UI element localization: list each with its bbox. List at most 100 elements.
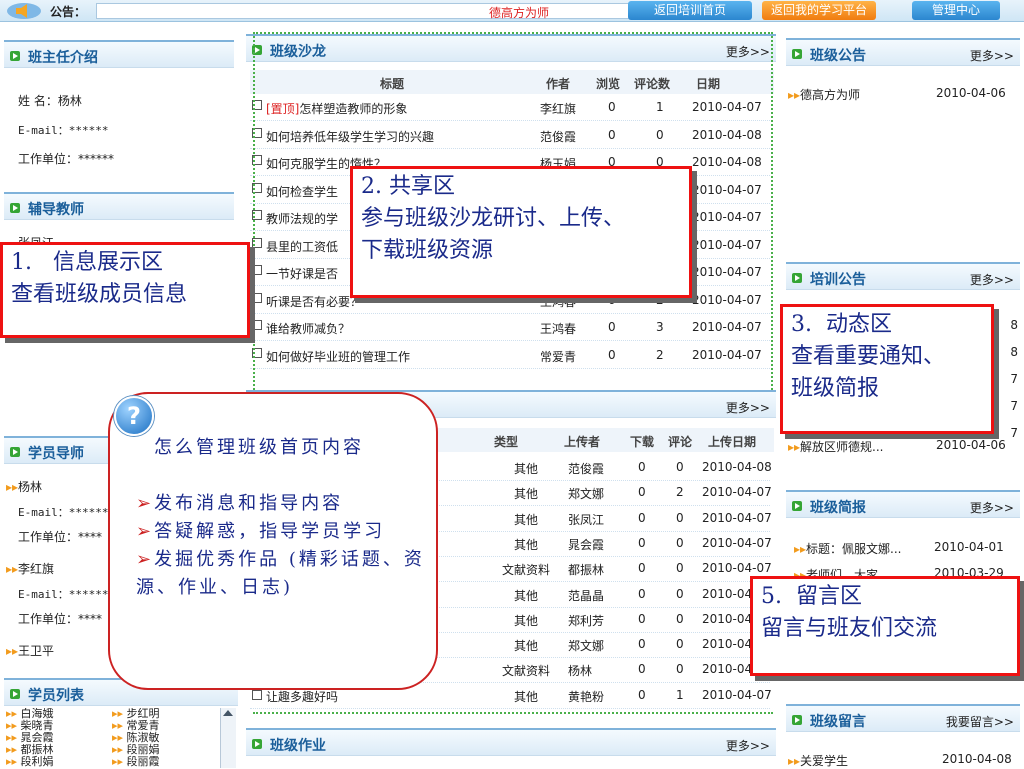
salon-table-header: 标题 作者 浏览 评论数 日期 [250, 70, 774, 94]
col-comments: 评论 [668, 435, 693, 449]
row-comments: 0 [656, 127, 664, 142]
row-views: 0 [608, 320, 616, 334]
row-upload-date: 2010-04-07 [702, 485, 772, 500]
row-comments: 1 [656, 100, 664, 114]
row-title[interactable]: 让趣多趣好吗 [266, 688, 338, 705]
mentor-title: 学员导师 [28, 446, 84, 462]
class-announcement-panel: 班级公告 更多>> ▸▸德高方为师 2010-04-06 [786, 38, 1020, 238]
salon-row[interactable]: 如何做好毕业班的管理工作 常爱青 0 2 2010-04-07 [250, 342, 770, 369]
row-comment-count: 0 [676, 662, 684, 677]
mentor-2-name[interactable]: ▸▸李红旗 [6, 560, 54, 577]
row-uploader: 郑文娜 [568, 639, 605, 654]
teacher-panel: 班主任介绍 姓 名：杨林 E-mail：****** 工作单位：****** [4, 40, 234, 180]
announcement-more-link[interactable]: 更多>> [970, 47, 1014, 64]
row-title[interactable]: 教师法规的学 [266, 210, 338, 227]
arrow-bullet-icon [792, 49, 802, 59]
resources-more-link[interactable]: 更多>> [726, 399, 770, 416]
student-list-title: 学员列表 [28, 688, 84, 704]
salon-title: 班级沙龙 [270, 44, 326, 60]
return-training-home-button[interactable]: 返回培训首页 [628, 1, 752, 20]
row-title[interactable]: [置顶]怎样塑造教师的形象 [266, 100, 407, 117]
row-checkbox[interactable] [252, 155, 262, 165]
row-checkbox[interactable] [252, 265, 262, 275]
salon-row[interactable]: [置顶]怎样塑造教师的形象 李红旗 0 1 2010-04-07 [250, 94, 770, 121]
arrow-bullet-icon [792, 273, 802, 283]
annotation-2-desc-2: 下载班级资源 [361, 238, 494, 263]
col-title: 标题 [380, 77, 405, 91]
row-title[interactable]: 听课是否有必要？ [266, 293, 362, 310]
row-date: 2010-04-07 [692, 292, 762, 307]
help-bubble: 怎么管理班级首页内容 ➢发布消息和指导内容 ➢答疑解惑，指导学员学习 ➢发掘优秀… [108, 392, 438, 690]
row-type: 其他 [513, 639, 538, 654]
row-title[interactable]: 如何培养低年级学生学习的兴趣 [266, 128, 434, 145]
row-title[interactable]: 如何做好毕业班的管理工作 [266, 348, 410, 365]
col-comments[interactable]: 评论数 [634, 75, 670, 92]
row-upload-date: 2010-04-08 [702, 460, 772, 474]
row-date: 2010-04-07 [692, 320, 762, 334]
row-checkbox[interactable] [252, 237, 262, 248]
teacher-email-row: E-mail：****** [18, 122, 109, 138]
row-date: 2010-04-07 [692, 100, 762, 114]
row-date: 2010-04-07 [692, 347, 762, 362]
help-question-icon: ? [114, 396, 154, 436]
arrow-bullet-icon [10, 689, 20, 699]
row-comment-count: 2 [676, 485, 684, 500]
training-more-link[interactable]: 更多>> [970, 271, 1014, 288]
row-type: 其他 [513, 588, 538, 603]
row-downloads: 0 [638, 535, 646, 550]
row-title[interactable]: 县里的工资低 [266, 238, 338, 255]
scroll-up-icon[interactable] [223, 710, 233, 716]
leave-message-link[interactable]: 我要留言>> [946, 713, 1014, 730]
row-checkbox[interactable] [252, 127, 262, 138]
student-list-scrollbar[interactable] [220, 708, 236, 768]
tutor-panel-header: 辅导教师 [4, 192, 234, 220]
row-checkbox[interactable] [252, 292, 262, 303]
row-title[interactable]: 一节好课是否 [266, 265, 338, 282]
training-title: 培训公告 [810, 272, 866, 288]
row-title[interactable]: 如何检查学生 [266, 183, 338, 200]
mentor-3-name[interactable]: ▸▸王卫平 [6, 642, 54, 659]
teacher-title: 班主任介绍 [28, 50, 98, 66]
admin-center-button[interactable]: 管理中心 [912, 1, 1000, 20]
row-comment-count: 0 [676, 460, 684, 474]
mentor-1-email: E-mail：****** [18, 506, 109, 519]
class-message-panel: 班级留言 我要留言>> ▸▸关爱学生 2010-04-08 [786, 704, 1020, 768]
salon-row[interactable]: 如何培养低年级学生学习的兴趣 范俊霞 0 0 2010-04-08 [250, 122, 770, 149]
row-checkbox[interactable] [252, 689, 262, 700]
student-item[interactable]: ▸▸ 段利娟 [6, 756, 54, 768]
row-checkbox[interactable] [252, 100, 262, 110]
row-upload-date: 2010-04-07 [702, 561, 772, 576]
homework-more-link[interactable]: 更多>> [726, 737, 770, 754]
row-downloads: 0 [638, 611, 646, 626]
mentor-2-email: E-mail：****** [18, 588, 109, 601]
announcement-title: 班级公告 [810, 48, 866, 64]
return-my-platform-button[interactable]: 返回我的学习平台 [762, 1, 876, 20]
row-checkbox[interactable] [252, 182, 262, 193]
brief-item-1[interactable]: ▸▸标题：佩服文娜... [794, 540, 902, 557]
brief-more-link[interactable]: 更多>> [970, 499, 1014, 516]
mentor-1-name[interactable]: ▸▸杨林 [6, 478, 42, 495]
row-checkbox[interactable] [252, 210, 262, 220]
row-type: 其他 [513, 689, 538, 704]
salon-more-link[interactable]: 更多>> [726, 43, 770, 60]
email-value: ****** [68, 124, 109, 137]
student-list-panel: 学员列表 ▸▸ 白海娥 ▸▸ 步红明 ▸▸ 柴晓青 ▸▸ 常爱青 ▸▸ 晁会霞 ▸▸ 陈淑… [4, 678, 238, 768]
annotation-dynamic-area: 3. 动态区 查看重要通知、 班级简报 [780, 304, 994, 434]
training-item[interactable]: ▸▸解放区师德规... [788, 438, 884, 455]
message-item[interactable]: ▸▸关爱学生 [788, 752, 848, 769]
row-title[interactable]: 谁给教师减负？ [266, 320, 350, 337]
row-comment-count: 0 [676, 637, 684, 652]
salon-row[interactable]: 谁给教师减负？ 王鸿春 0 3 2010-04-07 [250, 314, 770, 341]
student-list[interactable]: ▸▸ 白海娥 ▸▸ 步红明 ▸▸ 柴晓青 ▸▸ 常爱青 ▸▸ 晁会霞 ▸▸ 陈淑敏 ▸▸ 都… [6, 708, 220, 768]
arrow-bullet-icon [10, 203, 20, 213]
annotation-1-desc: 查看班级成员信息 [11, 282, 188, 307]
row-checkbox[interactable] [252, 347, 262, 358]
marquee-text[interactable]: 德高方为师 [489, 4, 549, 21]
student-item[interactable]: ▸▸ 段丽霞 [112, 756, 160, 768]
row-author: 范俊霞 [540, 129, 577, 144]
row-checkbox[interactable] [252, 320, 262, 330]
row-uploader: 郑利芳 [568, 613, 605, 628]
row-downloads: 0 [638, 561, 646, 576]
announcement-item[interactable]: ▸▸德高方为师 [788, 86, 860, 103]
col-date[interactable]: 日期 [696, 75, 720, 92]
